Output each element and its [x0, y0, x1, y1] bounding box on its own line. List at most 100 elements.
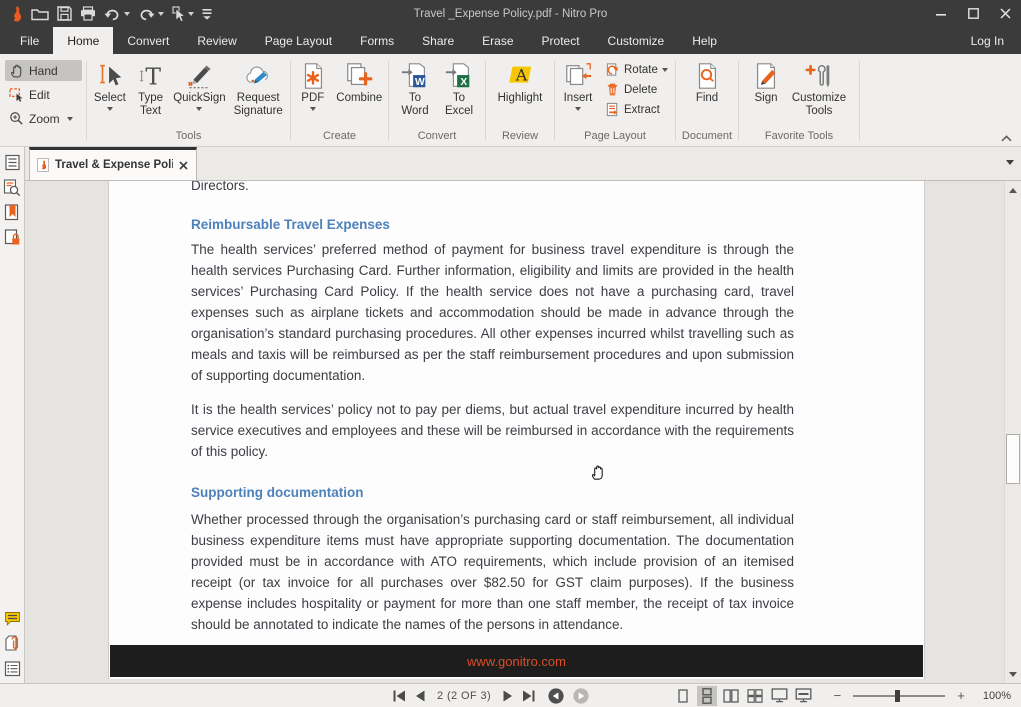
- previous-page-button[interactable]: [415, 690, 425, 702]
- view-single-page-button[interactable]: [673, 686, 693, 706]
- pdf-button[interactable]: PDF: [293, 56, 333, 111]
- output-panel-icon[interactable]: [3, 659, 22, 678]
- sign-button[interactable]: Sign: [746, 56, 786, 105]
- rotate-dropdown-icon[interactable]: [662, 68, 668, 72]
- ribbon-group-favorite-tools: Sign Customize Tools Favorite Tools: [739, 54, 859, 146]
- customize-quick-access-button[interactable]: [198, 2, 216, 26]
- tab-erase[interactable]: Erase: [468, 27, 527, 54]
- last-page-button[interactable]: [522, 690, 535, 702]
- zoom-slider[interactable]: [853, 689, 945, 703]
- page-indicator[interactable]: 2 (2 OF 3): [437, 690, 491, 702]
- hand-tool-button[interactable]: Hand: [5, 60, 82, 81]
- quicksign-button[interactable]: QuickSign: [170, 56, 228, 111]
- previous-view-button[interactable]: [548, 688, 564, 704]
- tab-home[interactable]: Home: [53, 27, 113, 54]
- first-page-button[interactable]: [393, 690, 406, 702]
- tab-share[interactable]: Share: [408, 27, 468, 54]
- tab-customize[interactable]: Customize: [594, 27, 679, 54]
- to-excel-button[interactable]: X To Excel: [437, 56, 481, 118]
- to-word-button[interactable]: W To Word: [393, 56, 437, 118]
- select-dropdown-icon[interactable]: [107, 107, 113, 111]
- bookmarks-panel-icon[interactable]: [3, 203, 22, 222]
- undo-dropdown-icon[interactable]: [124, 12, 130, 16]
- ribbon-group-tools: Select T Type Text QuickSign R: [87, 54, 290, 146]
- zoom-dropdown-icon[interactable]: [67, 117, 73, 121]
- combine-button[interactable]: Combine: [333, 56, 386, 105]
- zoom-in-button[interactable]: +: [951, 688, 971, 703]
- pages-panel-icon[interactable]: [3, 153, 22, 172]
- nitro-doc-icon: [37, 158, 49, 172]
- insert-dropdown-icon[interactable]: [575, 107, 581, 111]
- document-tab-title: Travel & Expense Policy: [55, 159, 173, 171]
- tab-page-layout[interactable]: Page Layout: [251, 27, 346, 54]
- document-tab[interactable]: Travel & Expense Policy: [29, 147, 197, 180]
- tab-forms[interactable]: Forms: [346, 27, 408, 54]
- tab-help[interactable]: Help: [678, 27, 731, 54]
- next-page-button[interactable]: [503, 690, 513, 702]
- combine-icon: [343, 59, 375, 92]
- request-signature-button[interactable]: Request Signature: [228, 56, 288, 118]
- zoom-slider-handle[interactable]: [895, 690, 900, 702]
- insert-button[interactable]: Insert: [557, 56, 599, 111]
- attachments-panel-icon[interactable]: [3, 634, 22, 653]
- scroll-up-button[interactable]: [1005, 182, 1021, 198]
- open-button[interactable]: [27, 2, 53, 26]
- undo-button[interactable]: [100, 2, 134, 26]
- doc-fragment: Directors.: [191, 181, 794, 193]
- type-text-button[interactable]: T Type Text: [131, 56, 171, 118]
- select-tool-dropdown-icon[interactable]: [188, 12, 194, 16]
- login-button[interactable]: Log In: [954, 27, 1021, 54]
- save-button[interactable]: [53, 2, 76, 26]
- pdf-dropdown-icon[interactable]: [310, 107, 316, 111]
- scroll-down-button[interactable]: [1005, 666, 1021, 682]
- find-button[interactable]: Find: [683, 56, 731, 105]
- minimize-button[interactable]: [925, 0, 957, 27]
- tab-file[interactable]: File: [6, 27, 53, 54]
- view-facing-button[interactable]: [721, 686, 741, 706]
- fit-page-button[interactable]: [769, 686, 789, 706]
- scrollbar-thumb[interactable]: [1006, 434, 1020, 484]
- ribbon-group-convert: W To Word X To Excel Convert: [389, 54, 485, 146]
- select-tool-button[interactable]: [168, 2, 198, 26]
- rotate-button[interactable]: Rotate: [605, 62, 668, 77]
- zoom-controls: − + 100%: [828, 684, 1015, 707]
- security-panel-icon[interactable]: [3, 228, 22, 247]
- search-panel-icon[interactable]: [3, 178, 22, 197]
- customize-tools-button[interactable]: Customize Tools: [786, 56, 852, 118]
- highlight-button[interactable]: A Highlight: [491, 56, 549, 105]
- extract-button[interactable]: Extract: [605, 102, 660, 117]
- doc-paragraph: Whether processed through the organisati…: [191, 509, 794, 635]
- group-label-favorite-tools: Favorite Tools: [741, 129, 857, 146]
- doc-heading-reimbursable: Reimbursable Travel Expenses: [191, 217, 794, 232]
- redo-button[interactable]: [134, 2, 168, 26]
- quicksign-dropdown-icon[interactable]: [196, 107, 202, 111]
- tab-close-icon[interactable]: [179, 161, 188, 170]
- document-tabbar: Travel & Expense Policy: [25, 147, 1021, 181]
- vertical-scrollbar[interactable]: [1004, 181, 1021, 683]
- footer-url: www.gonitro.com: [467, 654, 566, 669]
- next-view-button[interactable]: [573, 688, 589, 704]
- view-grid-button[interactable]: [745, 686, 765, 706]
- print-button[interactable]: [76, 2, 100, 26]
- ribbon-collapse-button[interactable]: [1001, 135, 1012, 142]
- zoom-out-button[interactable]: −: [828, 688, 848, 703]
- pdf-icon: [298, 59, 328, 92]
- edit-tool-button[interactable]: Edit: [5, 84, 82, 105]
- tab-list-dropdown-icon[interactable]: [1006, 160, 1014, 165]
- ribbon-group-review: A Highlight Review: [486, 54, 554, 146]
- tab-protect[interactable]: Protect: [528, 27, 594, 54]
- redo-dropdown-icon[interactable]: [158, 12, 164, 16]
- select-button[interactable]: Select: [89, 56, 131, 111]
- close-button[interactable]: [989, 0, 1021, 27]
- tab-review[interactable]: Review: [183, 27, 250, 54]
- maximize-button[interactable]: [957, 0, 989, 27]
- zoom-percent[interactable]: 100%: [983, 690, 1011, 702]
- comments-panel-icon[interactable]: [3, 609, 22, 628]
- delete-button[interactable]: Delete: [605, 82, 657, 97]
- document-viewport[interactable]: Directors. Reimbursable Travel Expenses …: [26, 181, 1004, 683]
- zoom-tool-button[interactable]: Zoom: [5, 108, 82, 129]
- request-signature-icon: [242, 59, 274, 92]
- tab-convert[interactable]: Convert: [113, 27, 183, 54]
- view-continuous-button[interactable]: [697, 686, 717, 706]
- fit-width-button[interactable]: [793, 686, 813, 706]
